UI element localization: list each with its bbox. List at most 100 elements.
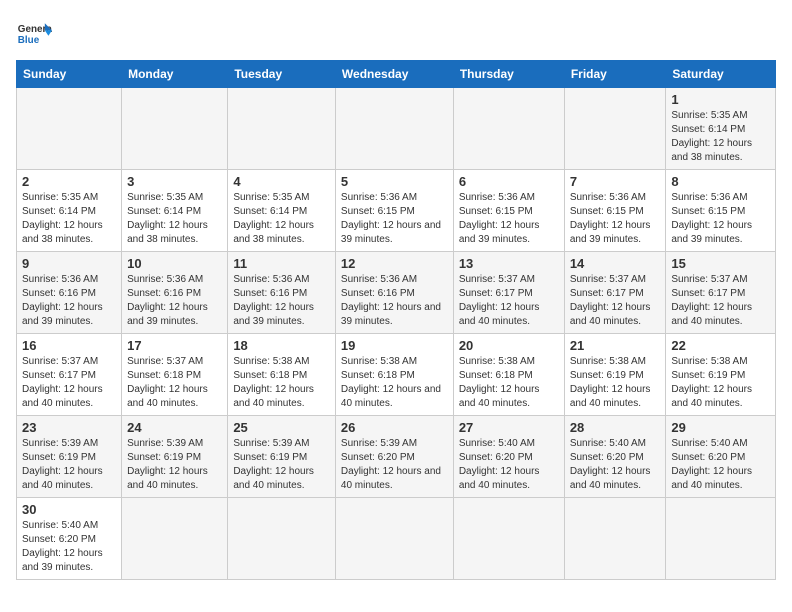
day-number: 23 (22, 420, 116, 435)
day-info: Sunrise: 5:40 AMSunset: 6:20 PMDaylight:… (570, 437, 661, 493)
weekday-header-row: SundayMondayTuesdayWednesdayThursdayFrid… (17, 61, 776, 88)
day-info: Sunrise: 5:38 AMSunset: 6:18 PMDaylight:… (341, 355, 448, 411)
calendar-cell (17, 88, 122, 170)
day-info: Sunrise: 5:36 AMSunset: 6:16 PMDaylight:… (127, 273, 222, 329)
day-info: Sunrise: 5:37 AMSunset: 6:17 PMDaylight:… (671, 273, 770, 329)
calendar-cell: 23 Sunrise: 5:39 AMSunset: 6:19 PMDayligh… (17, 416, 122, 498)
calendar-cell: 24 Sunrise: 5:39 AMSunset: 6:19 PMDayligh… (122, 416, 228, 498)
day-number: 17 (127, 338, 222, 353)
day-info: Sunrise: 5:36 AMSunset: 6:16 PMDaylight:… (341, 273, 448, 329)
svg-text:Blue: Blue (18, 35, 40, 46)
day-number: 2 (22, 174, 116, 189)
calendar-cell: 3 Sunrise: 5:35 AMSunset: 6:14 PMDaylight… (122, 170, 228, 252)
day-number: 27 (459, 420, 559, 435)
day-number: 12 (341, 256, 448, 271)
day-number: 11 (233, 256, 330, 271)
day-number: 28 (570, 420, 661, 435)
day-number: 1 (671, 92, 770, 107)
calendar-week-row: 2 Sunrise: 5:35 AMSunset: 6:14 PMDaylight… (17, 170, 776, 252)
day-info: Sunrise: 5:35 AMSunset: 6:14 PMDaylight:… (22, 191, 116, 247)
calendar-cell: 25Sunrise: 5:39 AMSunset: 6:19 PMDayligh… (228, 416, 336, 498)
day-info: Sunrise: 5:36 AMSunset: 6:15 PMDaylight:… (671, 191, 770, 247)
day-info: Sunrise: 5:35 AMSunset: 6:14 PMDaylight:… (671, 109, 770, 165)
day-number: 13 (459, 256, 559, 271)
day-info: Sunrise: 5:35 AMSunset: 6:14 PMDaylight:… (233, 191, 330, 247)
calendar-cell: 1 Sunrise: 5:35 AMSunset: 6:14 PMDaylight… (666, 88, 776, 170)
calendar-cell: 27 Sunrise: 5:40 AMSunset: 6:20 PMDayligh… (453, 416, 564, 498)
calendar-cell (335, 88, 453, 170)
day-info: Sunrise: 5:36 AMSunset: 6:15 PMDaylight:… (570, 191, 661, 247)
day-info: Sunrise: 5:38 AMSunset: 6:19 PMDaylight:… (570, 355, 661, 411)
day-number: 20 (459, 338, 559, 353)
calendar-cell: 8Sunrise: 5:36 AMSunset: 6:15 PMDaylight… (666, 170, 776, 252)
calendar-cell: 26 Sunrise: 5:39 AMSunset: 6:20 PMDayligh… (335, 416, 453, 498)
calendar-cell: 2 Sunrise: 5:35 AMSunset: 6:14 PMDaylight… (17, 170, 122, 252)
calendar-cell: 28 Sunrise: 5:40 AMSunset: 6:20 PMDayligh… (564, 416, 666, 498)
day-number: 9 (22, 256, 116, 271)
calendar-cell (453, 498, 564, 580)
day-number: 29 (671, 420, 770, 435)
day-number: 10 (127, 256, 222, 271)
calendar-week-row: 16Sunrise: 5:37 AMSunset: 6:17 PMDayligh… (17, 334, 776, 416)
day-info: Sunrise: 5:35 AMSunset: 6:14 PMDaylight:… (127, 191, 222, 247)
day-info: Sunrise: 5:38 AMSunset: 6:18 PMDaylight:… (459, 355, 559, 411)
calendar-cell (122, 498, 228, 580)
day-info: Sunrise: 5:39 AMSunset: 6:20 PMDaylight:… (341, 437, 448, 493)
day-number: 22 (671, 338, 770, 353)
calendar-cell: 10 Sunrise: 5:36 AMSunset: 6:16 PMDayligh… (122, 252, 228, 334)
day-number: 15 (671, 256, 770, 271)
day-number: 14 (570, 256, 661, 271)
calendar-cell: 15 Sunrise: 5:37 AMSunset: 6:17 PMDayligh… (666, 252, 776, 334)
weekday-header-wednesday: Wednesday (335, 61, 453, 88)
day-number: 3 (127, 174, 222, 189)
calendar-cell: 14Sunrise: 5:37 AMSunset: 6:17 PMDayligh… (564, 252, 666, 334)
day-number: 4 (233, 174, 330, 189)
calendar-cell (228, 88, 336, 170)
calendar-cell: 20 Sunrise: 5:38 AMSunset: 6:18 PMDayligh… (453, 334, 564, 416)
calendar-cell (335, 498, 453, 580)
calendar-cell: 18 Sunrise: 5:38 AMSunset: 6:18 PMDayligh… (228, 334, 336, 416)
day-info: Sunrise: 5:36 AMSunset: 6:16 PMDaylight:… (233, 273, 330, 329)
calendar-week-row: 1 Sunrise: 5:35 AMSunset: 6:14 PMDaylight… (17, 88, 776, 170)
weekday-header-thursday: Thursday (453, 61, 564, 88)
day-number: 19 (341, 338, 448, 353)
calendar-cell: 9 Sunrise: 5:36 AMSunset: 6:16 PMDaylight… (17, 252, 122, 334)
calendar-cell: 21 Sunrise: 5:38 AMSunset: 6:19 PMDayligh… (564, 334, 666, 416)
day-info: Sunrise: 5:36 AMSunset: 6:15 PMDaylight:… (341, 191, 448, 247)
logo-icon: General Blue (16, 16, 52, 52)
day-info: Sunrise: 5:40 AMSunset: 6:20 PMDaylight:… (671, 437, 770, 493)
weekday-header-monday: Monday (122, 61, 228, 88)
calendar-cell: 16Sunrise: 5:37 AMSunset: 6:17 PMDayligh… (17, 334, 122, 416)
day-info: Sunrise: 5:38 AMSunset: 6:19 PMDaylight:… (671, 355, 770, 411)
day-number: 21 (570, 338, 661, 353)
calendar-cell (564, 88, 666, 170)
weekday-header-sunday: Sunday (17, 61, 122, 88)
day-info: Sunrise: 5:37 AMSunset: 6:18 PMDaylight:… (127, 355, 222, 411)
calendar-cell (564, 498, 666, 580)
header: General Blue (16, 16, 776, 52)
calendar-cell (122, 88, 228, 170)
calendar-cell: 30Sunrise: 5:40 AMSunset: 6:20 PMDayligh… (17, 498, 122, 580)
calendar-cell: 17 Sunrise: 5:37 AMSunset: 6:18 PMDayligh… (122, 334, 228, 416)
calendar-cell: 19 Sunrise: 5:38 AMSunset: 6:18 PMDayligh… (335, 334, 453, 416)
logo: General Blue (16, 16, 52, 52)
day-number: 25 (233, 420, 330, 435)
day-number: 18 (233, 338, 330, 353)
day-number: 26 (341, 420, 448, 435)
day-info: Sunrise: 5:38 AMSunset: 6:18 PMDaylight:… (233, 355, 330, 411)
weekday-header-friday: Friday (564, 61, 666, 88)
calendar-week-row: 23 Sunrise: 5:39 AMSunset: 6:19 PMDayligh… (17, 416, 776, 498)
day-info: Sunrise: 5:39 AMSunset: 6:19 PMDaylight:… (127, 437, 222, 493)
day-info: Sunrise: 5:40 AMSunset: 6:20 PMDaylight:… (459, 437, 559, 493)
day-info: Sunrise: 5:40 AMSunset: 6:20 PMDaylight:… (22, 519, 116, 575)
day-number: 24 (127, 420, 222, 435)
day-info: Sunrise: 5:36 AMSunset: 6:16 PMDaylight:… (22, 273, 116, 329)
calendar-table: SundayMondayTuesdayWednesdayThursdayFrid… (16, 60, 776, 580)
day-info: Sunrise: 5:39 AMSunset: 6:19 PMDaylight:… (22, 437, 116, 493)
calendar-cell: 12 Sunrise: 5:36 AMSunset: 6:16 PMDayligh… (335, 252, 453, 334)
calendar-week-row: 30Sunrise: 5:40 AMSunset: 6:20 PMDayligh… (17, 498, 776, 580)
day-number: 5 (341, 174, 448, 189)
calendar-cell: 13Sunrise: 5:37 AMSunset: 6:17 PMDayligh… (453, 252, 564, 334)
day-info: Sunrise: 5:36 AMSunset: 6:15 PMDaylight:… (459, 191, 559, 247)
day-info: Sunrise: 5:37 AMSunset: 6:17 PMDaylight:… (22, 355, 116, 411)
